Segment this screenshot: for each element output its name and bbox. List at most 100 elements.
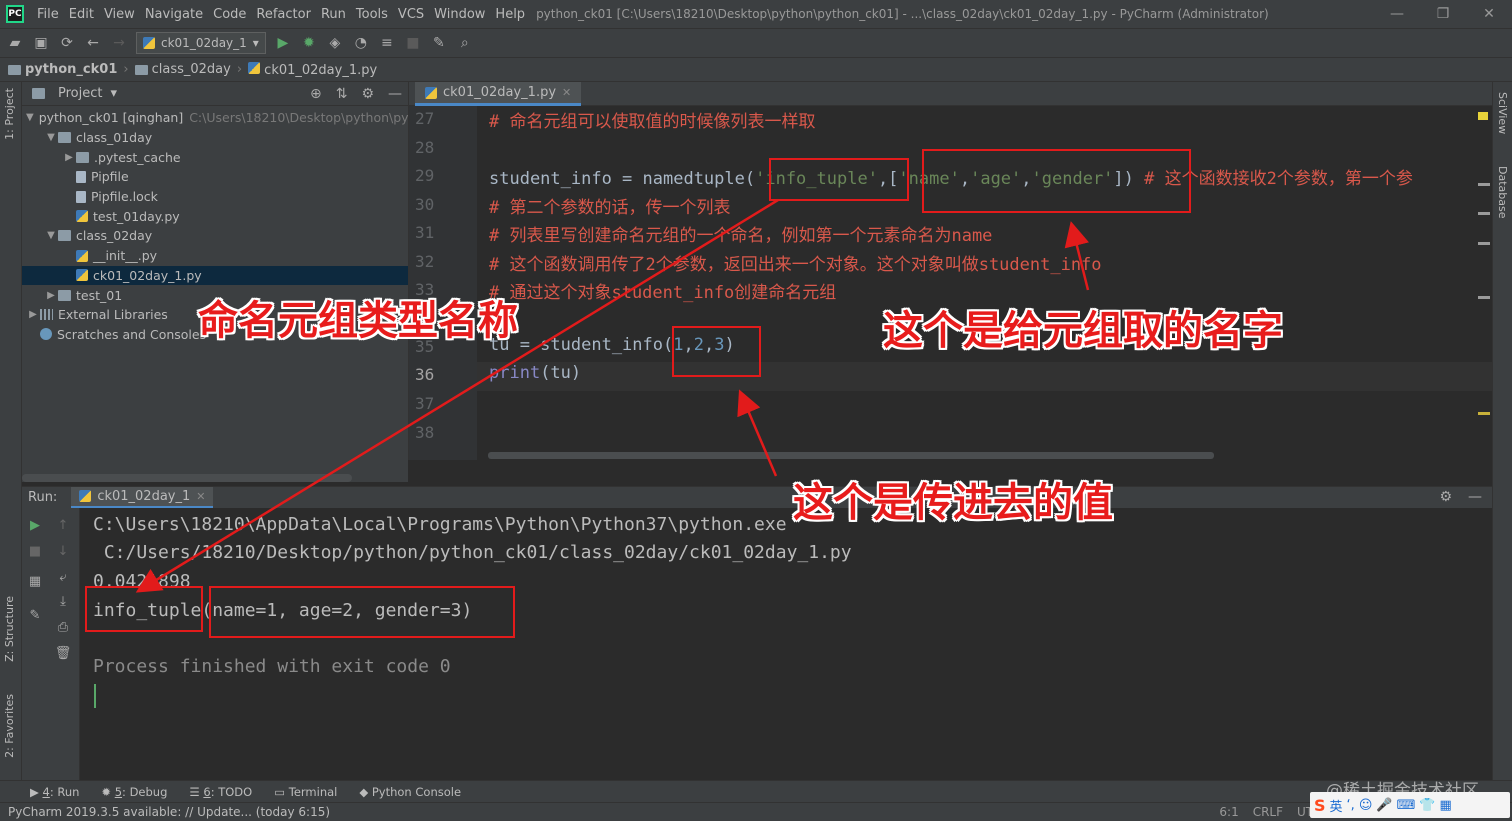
tree-item[interactable]: Pipfile	[22, 167, 408, 187]
error-stripe-marker[interactable]	[1478, 212, 1490, 215]
code-line[interactable]: print(tu)	[489, 363, 581, 383]
menu-refactor[interactable]: Refactor	[251, 7, 316, 22]
expand-right-icon[interactable]: ▶	[26, 309, 40, 320]
expand-down-icon[interactable]: ▼	[26, 112, 34, 123]
trash-icon[interactable]: 🗑	[54, 644, 72, 662]
expand-down-icon[interactable]: ▼	[44, 230, 58, 241]
scroll-up-icon[interactable]: ↑	[54, 516, 72, 534]
minimize-button[interactable]: —	[1374, 0, 1420, 28]
tree-item[interactable]: test_01day.py	[22, 206, 408, 226]
scroll-to-end-icon[interactable]: ⤓	[54, 592, 72, 610]
stop-icon[interactable]: ■	[404, 34, 422, 52]
menu-run[interactable]: Run	[316, 7, 351, 22]
code-line[interactable]: # 第二个参数的话，传一个列表	[489, 193, 730, 218]
breadcrumb-item-file[interactable]: ck01_02day_1.py	[248, 61, 377, 78]
forward-icon[interactable]: →	[110, 34, 128, 52]
close-tab-icon[interactable]: ✕	[562, 86, 571, 99]
profile-icon[interactable]: ◔	[352, 34, 370, 52]
tab-project[interactable]: 1: Project	[3, 88, 16, 140]
menu-view[interactable]: View	[99, 7, 140, 22]
project-panel-title[interactable]: Project	[58, 86, 102, 101]
status-message[interactable]: PyCharm 2019.3.5 available: // Update...…	[8, 805, 330, 819]
menu-file[interactable]: File	[32, 7, 64, 22]
breadcrumb-item-project[interactable]: python_ck01	[8, 62, 117, 77]
project-horizontal-scrollbar[interactable]	[22, 474, 352, 482]
rerun-icon[interactable]: ▶	[26, 516, 44, 534]
inspection-status-icon[interactable]	[1478, 112, 1488, 120]
run-console[interactable]: C:\Users\18210\AppData\Local\Programs\Py…	[80, 508, 1492, 780]
back-icon[interactable]: ←	[84, 34, 102, 52]
tab-run[interactable]: ▶ 4: Run	[30, 785, 79, 799]
menu-window[interactable]: Window	[429, 7, 490, 22]
expand-right-icon[interactable]: ▶	[44, 290, 58, 301]
tab-python-console[interactable]: ◆ Python Console	[359, 785, 461, 799]
scroll-down-icon[interactable]: ↓	[54, 542, 72, 560]
menu-edit[interactable]: Edit	[64, 7, 99, 22]
settings-wrench-icon[interactable]: ✎	[430, 34, 448, 52]
error-stripe-marker[interactable]	[1478, 296, 1490, 299]
error-stripe-marker[interactable]	[1478, 242, 1490, 245]
open-icon[interactable]: ▰	[6, 34, 24, 52]
run-icon[interactable]: ▶	[274, 34, 292, 52]
expand-right-icon[interactable]: ▶	[62, 152, 76, 163]
ime-toolbar[interactable]: S 英 ‘, ☺ 🎤 ⌨ 👕 ▦	[1310, 792, 1510, 818]
line-separator[interactable]: CRLF	[1253, 805, 1283, 819]
locate-icon[interactable]: ⊕	[310, 86, 322, 102]
close-tab-icon[interactable]: ✕	[196, 490, 205, 503]
tab-favorites[interactable]: 2: Favorites	[3, 694, 16, 758]
tree-item[interactable]: ▶ .pytest_cache	[22, 147, 408, 167]
layout-icon[interactable]: ▦	[26, 572, 44, 590]
close-button[interactable]: ✕	[1466, 0, 1512, 28]
maximize-button[interactable]: ❐	[1420, 0, 1466, 28]
tab-debug[interactable]: ✹ 5: Debug	[101, 785, 167, 799]
pin-icon[interactable]: ✎	[26, 606, 44, 624]
code-line[interactable]: # 命名元组可以使取值的时候像列表一样取	[489, 107, 815, 132]
menu-code[interactable]: Code	[208, 7, 251, 22]
run-config-selector[interactable]: ck01_02day_1 ▾	[136, 32, 266, 54]
tree-item[interactable]: ▼ class_02day	[22, 226, 408, 246]
collapse-all-icon[interactable]: ⇅	[336, 86, 348, 102]
error-stripe-marker[interactable]	[1478, 183, 1490, 186]
sync-icon[interactable]: ⟳	[58, 34, 76, 52]
code-line[interactable]: # 列表里写创建命名元组的一个命名，例如第一个元素命名为name	[489, 221, 992, 246]
microphone-icon[interactable]: 🎤	[1376, 798, 1392, 813]
toolbox-icon[interactable]: ▦	[1440, 798, 1452, 813]
print-icon[interactable]: ⎙	[54, 618, 72, 636]
code-line[interactable]: # 通过这个对象student_info创建命名元组	[489, 278, 836, 303]
stop-icon[interactable]: ■	[26, 542, 44, 560]
punctuation-icon[interactable]: ‘,	[1347, 798, 1355, 813]
debug-icon[interactable]: ✹	[300, 34, 318, 52]
caret-position[interactable]: 6:1	[1219, 805, 1238, 819]
code-line[interactable]: # 这个函数调用传了2个参数，返回出来一个对象。这个对象叫做student_in…	[489, 250, 1102, 275]
tree-item[interactable]: Pipfile.lock	[22, 187, 408, 207]
expand-down-icon[interactable]: ▼	[44, 132, 58, 143]
menu-help[interactable]: Help	[490, 7, 530, 22]
tab-structure[interactable]: Z: Structure	[3, 596, 16, 662]
skin-icon[interactable]: 👕	[1419, 798, 1435, 813]
editor-horizontal-scrollbar[interactable]	[488, 452, 1214, 459]
emoji-icon[interactable]: ☺	[1359, 798, 1373, 813]
menu-vcs[interactable]: VCS	[393, 7, 429, 22]
tree-item[interactable]: __init__.py	[22, 246, 408, 266]
gear-icon[interactable]: ⚙	[1439, 489, 1452, 505]
tree-item[interactable]: ▼ class_01day	[22, 128, 408, 148]
tree-item[interactable]: ▼ python_ck01 [qinghan] C:\Users\18210\Des…	[22, 108, 408, 128]
tab-terminal[interactable]: ▭ Terminal	[274, 785, 337, 799]
ime-logo-icon[interactable]: S	[1314, 796, 1326, 815]
hide-icon[interactable]: —	[1468, 489, 1482, 505]
chevron-down-icon[interactable]: ▾	[110, 86, 117, 101]
tab-database[interactable]: Database	[1496, 166, 1509, 219]
breadcrumb-item-folder[interactable]: class_02day	[134, 62, 231, 77]
soft-wrap-icon[interactable]: ⤶	[54, 568, 72, 586]
menu-tools[interactable]: Tools	[351, 7, 393, 22]
tab-todo[interactable]: ☰ 6: TODO	[189, 785, 252, 799]
search-icon[interactable]: ⌕	[456, 34, 474, 52]
menu-navigate[interactable]: Navigate	[140, 7, 208, 22]
tree-item[interactable]: ck01_02day_1.py	[22, 265, 408, 286]
coverage-icon[interactable]: ◈	[326, 34, 344, 52]
tab-editor-file[interactable]: ck01_02day_1.py ✕	[415, 82, 582, 106]
tab-run-config[interactable]: ck01_02day_1 ✕	[71, 486, 214, 509]
save-icon[interactable]: ▣	[32, 34, 50, 52]
hide-icon[interactable]: —	[388, 86, 402, 102]
tab-sciview[interactable]: SciView	[1496, 92, 1509, 134]
